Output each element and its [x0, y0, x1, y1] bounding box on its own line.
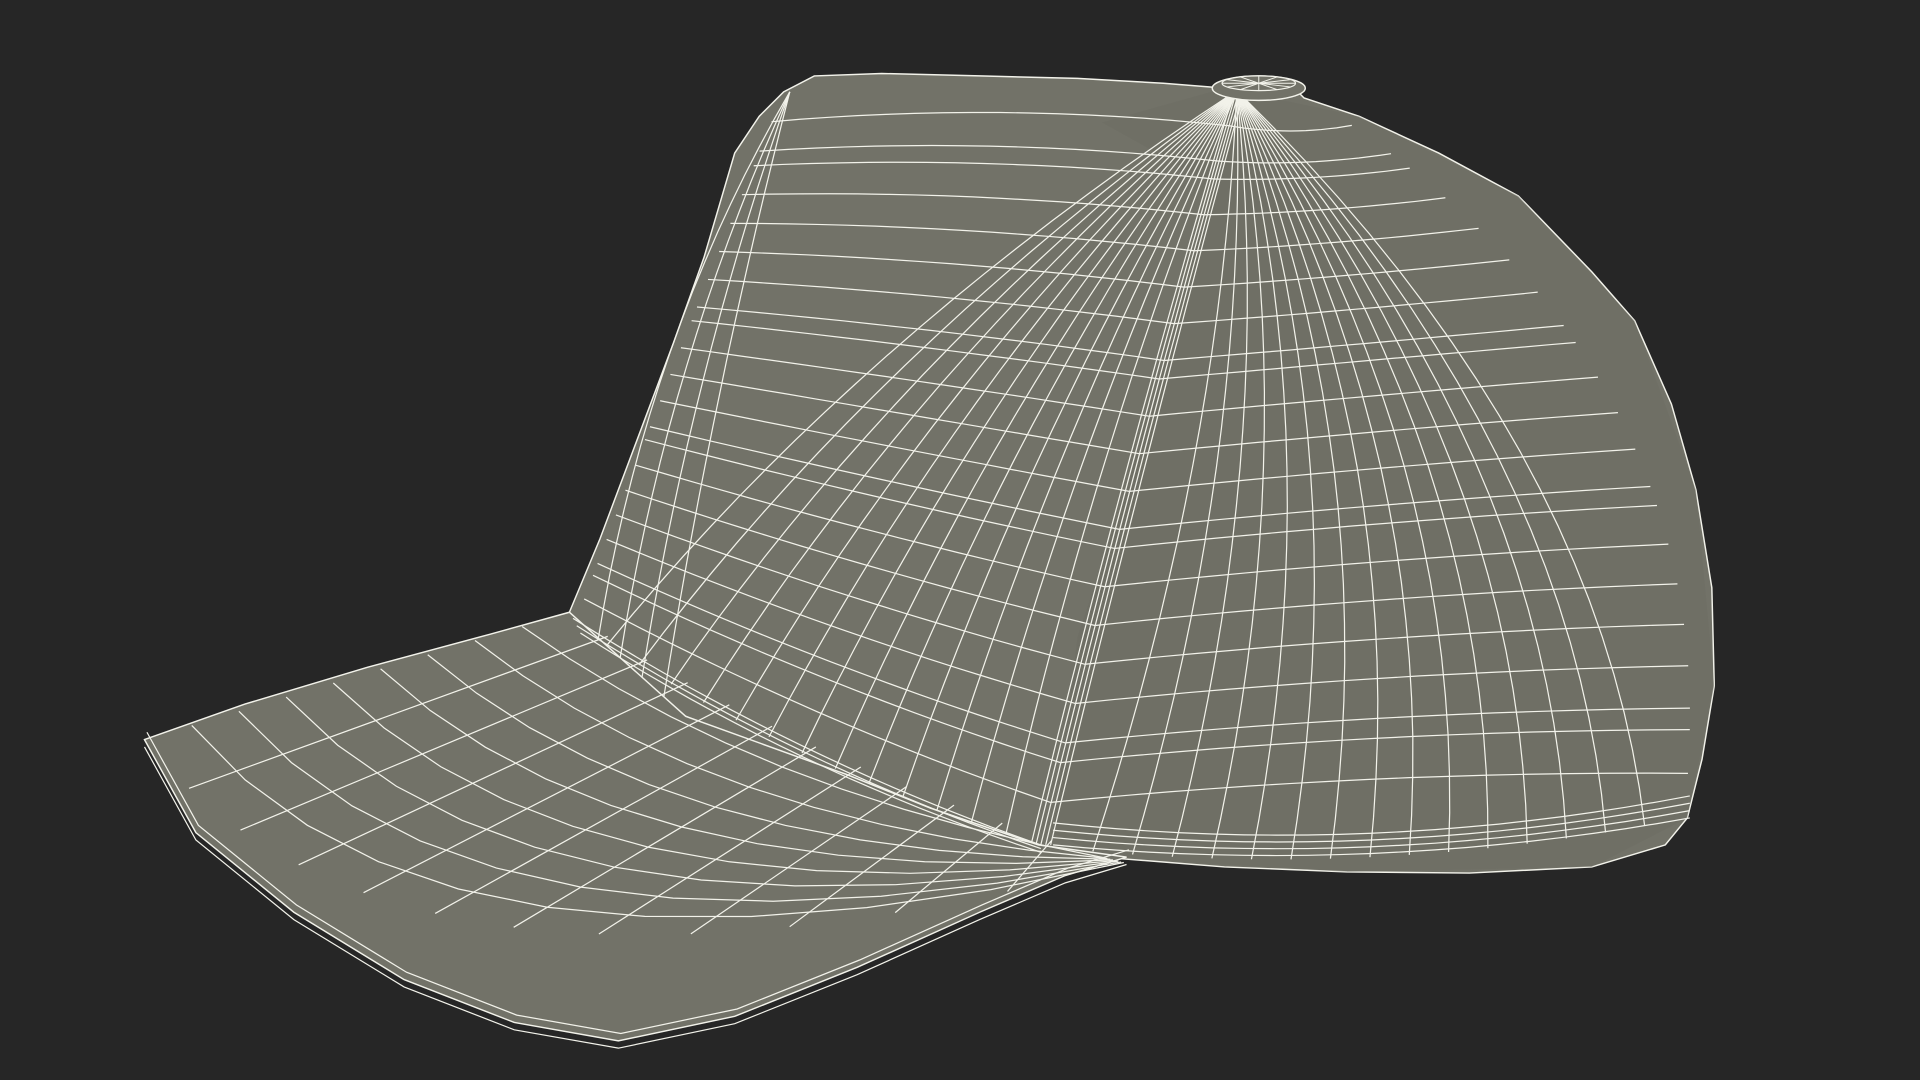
cap-model — [143, 72, 1716, 1049]
cap-wireframe-render — [143, 72, 1716, 1049]
3d-viewport[interactable] — [0, 0, 1920, 1080]
